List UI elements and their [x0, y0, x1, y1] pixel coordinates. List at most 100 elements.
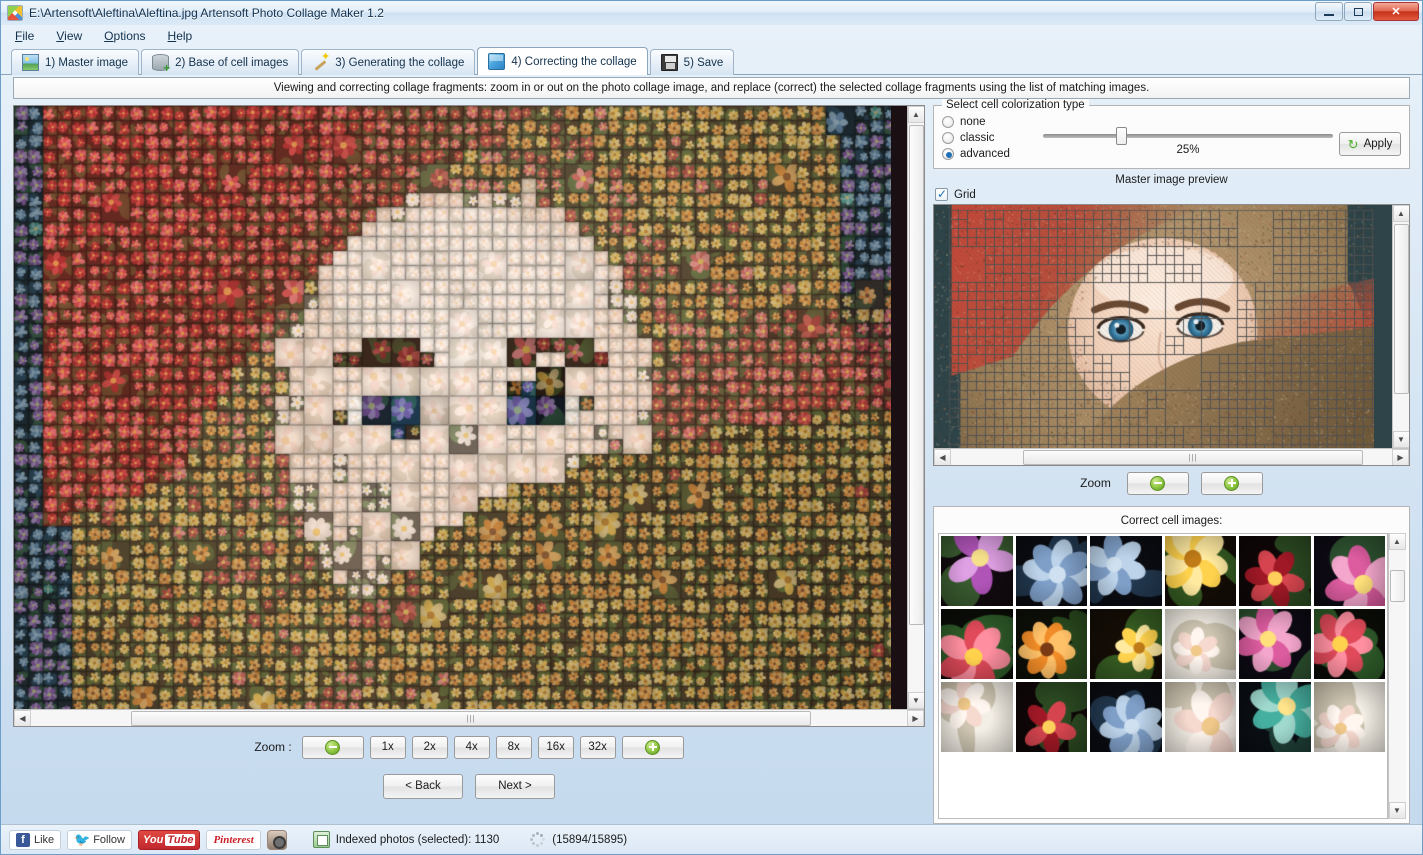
cell-thumbnail-pink-tulip-buds-1[interactable]: [1164, 609, 1236, 679]
vscroll-track[interactable]: [1392, 222, 1409, 431]
preview-zoom-in-button[interactable]: [1200, 471, 1263, 495]
preview-image[interactable]: [934, 205, 1392, 448]
cell-thumbnail-canvas: [1164, 682, 1236, 752]
master-image-preview[interactable]: ▲ ▼ ◀ ||| ▶: [933, 204, 1410, 466]
scroll-up-arrow-icon[interactable]: ▲: [1388, 533, 1406, 550]
vscroll-thumb[interactable]: [908, 125, 924, 625]
twitter-follow-button[interactable]: 🐦 Follow: [67, 829, 132, 850]
cell-thumbnail-red-buds-cluster-2[interactable]: [1313, 609, 1385, 679]
preview-vertical-scrollbar[interactable]: ▲ ▼: [1392, 205, 1409, 448]
tab-correcting-the-collage[interactable]: 4) Correcting the collage: [477, 47, 648, 75]
cell-thumbnail-blue-rose-2[interactable]: [1090, 536, 1162, 606]
zoom-level-32x[interactable]: 32x: [579, 735, 616, 759]
tab-generating-the-collage[interactable]: 3) Generating the collage: [301, 49, 476, 75]
grid-checkbox-row[interactable]: Grid: [933, 187, 1410, 204]
close-button[interactable]: ✕: [1373, 2, 1419, 21]
slider-track[interactable]: [1043, 127, 1333, 145]
vscroll-track[interactable]: [1388, 550, 1406, 802]
scroll-up-arrow-icon[interactable]: ▲: [907, 106, 924, 123]
cell-thumbnail-bird-of-paradise-2[interactable]: [1090, 609, 1162, 679]
youtube-button[interactable]: You Tube: [137, 829, 201, 850]
cell-thumbnail-bird-of-paradise-1[interactable]: [1164, 536, 1236, 606]
twitter-follow-label: Follow: [93, 833, 125, 846]
back-button[interactable]: < Back: [383, 773, 463, 799]
collage-zoom-in-button[interactable]: [621, 735, 684, 759]
cell-thumbnail-white-pink-tulip-2[interactable]: [1164, 682, 1236, 752]
cell-thumbnail-blue-columbine[interactable]: [1239, 682, 1311, 752]
facebook-icon: f: [16, 832, 30, 847]
instagram-icon[interactable]: [266, 829, 287, 850]
indexed-photos-text: Indexed photos (selected): 1130: [335, 833, 500, 846]
radio-option-advanced[interactable]: advanced: [942, 148, 1037, 160]
tab-base-of-cell-images[interactable]: 2) Base of cell images: [141, 49, 300, 75]
cell-thumbnail-pink-tulip-bouquet[interactable]: [1313, 682, 1385, 752]
cell-images-grid[interactable]: [938, 533, 1388, 819]
scroll-left-arrow-icon[interactable]: ◀: [14, 709, 31, 726]
collage-canvas[interactable]: [14, 106, 891, 709]
tab-master-image[interactable]: 1) Master image: [11, 49, 140, 75]
vscroll-thumb[interactable]: [1389, 570, 1405, 602]
cell-thumbnail-red-rosebud-branch-2[interactable]: [1015, 682, 1087, 752]
grid-checkbox-icon[interactable]: [935, 187, 948, 201]
preview-horizontal-scrollbar[interactable]: ◀ ||| ▶: [934, 448, 1409, 465]
menu-item-file[interactable]: File: [15, 29, 34, 43]
menu-label-view-rest: iew: [64, 29, 83, 43]
zoom-level-2x[interactable]: 2x: [411, 735, 448, 759]
preview-canvas[interactable]: [934, 205, 1374, 448]
colorization-group-title: Select cell colorization type: [942, 99, 1089, 111]
cell-thumbnail-pink-dahlia-1[interactable]: [1313, 536, 1385, 606]
radio-option-classic[interactable]: classic: [942, 132, 1037, 144]
scroll-up-arrow-icon[interactable]: ▲: [1392, 205, 1409, 222]
hscroll-track[interactable]: |||: [31, 710, 907, 727]
apply-button[interactable]: ↻ Apply: [1339, 132, 1401, 156]
zoom-level-1x[interactable]: 1x: [369, 735, 406, 759]
scroll-right-arrow-icon[interactable]: ▶: [1392, 448, 1409, 465]
cell-thumbnail-orange-rose[interactable]: [1015, 609, 1087, 679]
scroll-down-arrow-icon[interactable]: ▼: [907, 692, 924, 709]
menu-item-view[interactable]: View: [56, 29, 82, 43]
hscroll-thumb[interactable]: |||: [131, 710, 811, 726]
facebook-like-button[interactable]: f Like: [9, 829, 62, 850]
cell-thumbnail-blue-rose-3[interactable]: [1090, 682, 1162, 752]
pinterest-button[interactable]: Pinterest: [206, 829, 261, 850]
zoom-level-16x[interactable]: 16x: [537, 735, 574, 759]
preview-zoom-out-button[interactable]: [1126, 471, 1189, 495]
maximize-button[interactable]: [1344, 2, 1372, 21]
collage-image[interactable]: [14, 106, 907, 709]
minimize-button[interactable]: [1315, 2, 1343, 21]
slider-thumb[interactable]: [1115, 127, 1127, 145]
zoom-level-4x[interactable]: 4x: [453, 735, 490, 759]
collage-horizontal-scrollbar[interactable]: ◀ ||| ▶: [14, 709, 924, 726]
collage-viewer[interactable]: ▲ ▼ ◀ ||| ▶: [13, 105, 925, 727]
radio-label: classic: [960, 132, 995, 144]
floppy-disk-icon: [660, 54, 678, 71]
colorization-slider[interactable]: 25%: [1043, 116, 1333, 156]
cell-thumbnail-red-buds-cluster-1[interactable]: [941, 609, 1013, 679]
preview-zoom-label: Zoom: [1080, 476, 1111, 490]
cells-vertical-scrollbar[interactable]: ▲ ▼: [1388, 533, 1406, 819]
scroll-right-arrow-icon[interactable]: ▶: [907, 709, 924, 726]
cell-thumbnail-white-pink-tulip-1[interactable]: [941, 682, 1013, 752]
vscroll-track[interactable]: [907, 123, 924, 692]
collage-zoom-out-button[interactable]: [301, 735, 364, 759]
cell-thumbnail-pink-dahlia-2[interactable]: [1239, 609, 1311, 679]
right-panel: Select cell colorization type none class…: [933, 99, 1410, 824]
radio-option-none[interactable]: none: [942, 116, 1037, 128]
next-button[interactable]: Next >: [475, 773, 555, 799]
vscroll-thumb[interactable]: [1393, 224, 1409, 394]
hscroll-track[interactable]: |||: [951, 449, 1392, 466]
collage-vertical-scrollbar[interactable]: ▲ ▼: [907, 106, 924, 709]
scroll-down-arrow-icon[interactable]: ▼: [1392, 431, 1409, 448]
hscroll-thumb[interactable]: |||: [1023, 449, 1363, 465]
cell-thumbnail-red-rosebud-branch-1[interactable]: [1239, 536, 1311, 606]
instruction-text: Viewing and correcting collage fragments…: [13, 77, 1410, 99]
correct-cell-images-title: Correct cell images:: [1120, 515, 1223, 527]
scroll-down-arrow-icon[interactable]: ▼: [1388, 802, 1406, 819]
menu-item-help[interactable]: Help: [168, 29, 193, 43]
tab-save[interactable]: 5) Save: [649, 49, 735, 75]
cell-thumbnail-blue-rose-1[interactable]: [1015, 536, 1087, 606]
menu-item-options[interactable]: Options: [104, 29, 145, 43]
cell-thumbnail-purple-iris[interactable]: [941, 536, 1013, 606]
scroll-left-arrow-icon[interactable]: ◀: [934, 448, 951, 465]
zoom-level-8x[interactable]: 8x: [495, 735, 532, 759]
